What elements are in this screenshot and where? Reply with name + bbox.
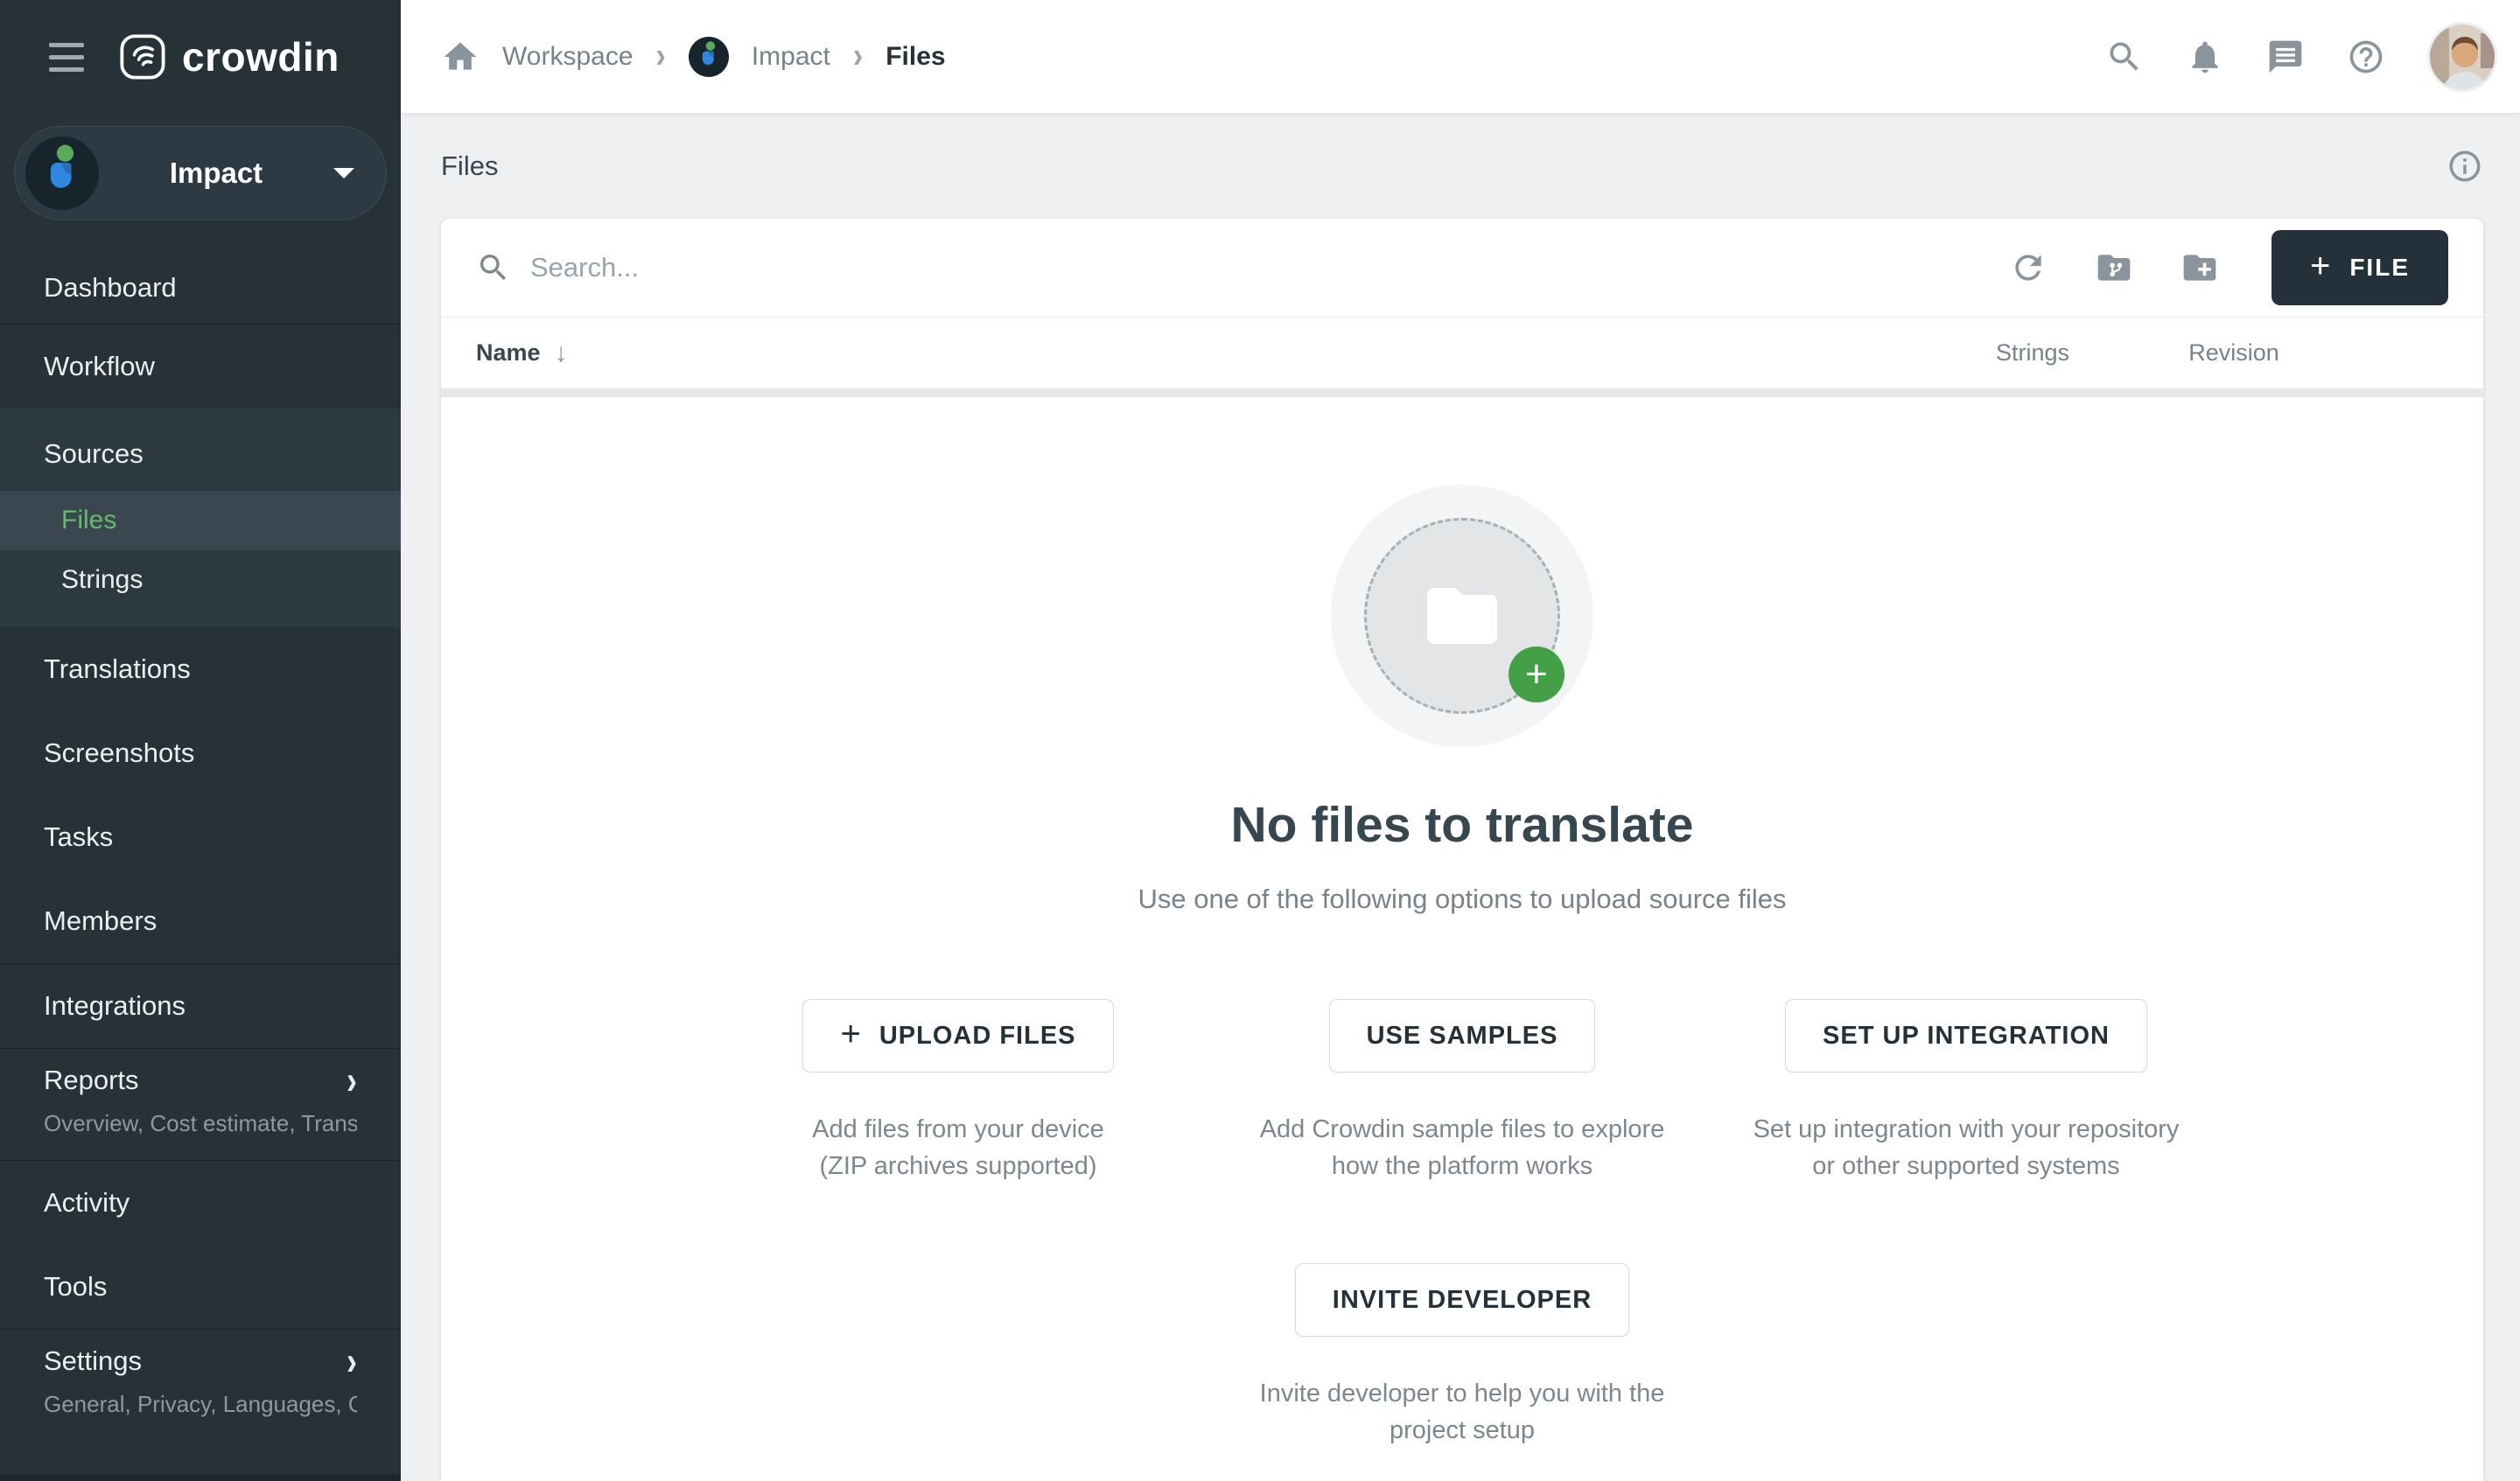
- use-samples-description: Add Crowdin sample files to explore how …: [1235, 1111, 1690, 1184]
- search-bar: [476, 250, 1988, 285]
- topbar: Workspace › Impact › Files: [401, 0, 2520, 114]
- search-icon[interactable]: [2105, 38, 2144, 76]
- breadcrumb-project-avatar: [689, 37, 729, 77]
- sidebar-item-sources[interactable]: Sources: [0, 417, 401, 491]
- column-name[interactable]: Name: [476, 339, 541, 367]
- invite-developer-button[interactable]: INVITE DEVELOPER: [1295, 1263, 1629, 1337]
- sidebar-item-files[interactable]: Files: [0, 491, 401, 550]
- invite-developer-description: Invite developer to help you with the pr…: [1243, 1375, 1681, 1449]
- sidebar-item-activity[interactable]: Activity: [0, 1161, 401, 1245]
- branch-folder-icon[interactable]: [2095, 248, 2133, 287]
- breadcrumb-workspace[interactable]: Workspace: [502, 42, 634, 72]
- brand-row: crowdin: [0, 0, 401, 114]
- setup-integration-button[interactable]: SET UP INTEGRATION: [1785, 999, 2147, 1072]
- table-divider: [441, 388, 2483, 397]
- app-root: crowdin Impact Dashboard Workflow Source…: [0, 0, 2520, 1481]
- chevron-down-icon: [333, 168, 354, 178]
- breadcrumb-current: Files: [886, 42, 945, 72]
- folder-icon: [1410, 574, 1515, 658]
- sidebar-item-translations[interactable]: Translations: [0, 627, 401, 711]
- sidebar-item-tools[interactable]: Tools: [0, 1245, 401, 1329]
- setup-integration-option: SET UP INTEGRATION Set up integration wi…: [1739, 999, 2194, 1184]
- search-icon: [476, 250, 511, 285]
- upload-files-option: + UPLOAD FILES Add files from your devic…: [731, 999, 1186, 1184]
- sidebar-item-strings[interactable]: Strings: [0, 550, 401, 610]
- files-card: + FILE Name ↓ Strings Revision: [441, 219, 2483, 1481]
- project-avatar: [25, 136, 99, 210]
- crowdin-logo-text: crowdin: [182, 33, 340, 80]
- sidebar-item-reports-sublabel: Overview, Cost estimate, Transl…: [44, 1110, 357, 1137]
- invite-developer-section: INVITE DEVELOPER Invite developer to hel…: [1243, 1263, 1681, 1449]
- sort-descending-icon[interactable]: ↓: [555, 339, 568, 368]
- chevron-right-icon: ›: [656, 36, 666, 77]
- crowdin-logo[interactable]: crowdin: [119, 33, 340, 80]
- info-icon[interactable]: [2446, 148, 2483, 185]
- sidebar-item-dashboard[interactable]: Dashboard: [0, 252, 401, 324]
- files-table-header: Name ↓ Strings Revision: [441, 317, 2483, 388]
- home-icon[interactable]: [441, 38, 480, 76]
- breadcrumb: Workspace › Impact › Files: [441, 37, 946, 77]
- topbar-icons: [2105, 22, 2497, 92]
- add-file-button[interactable]: + FILE: [2272, 230, 2448, 305]
- breadcrumb-project[interactable]: Impact: [752, 42, 830, 72]
- files-toolbar: + FILE: [441, 219, 2483, 317]
- sidebar-item-integrations[interactable]: Integrations: [0, 964, 401, 1048]
- column-strings[interactable]: Strings: [1932, 339, 2133, 367]
- help-icon[interactable]: [2347, 38, 2385, 76]
- main-area: Workspace › Impact › Files: [401, 0, 2520, 1481]
- sidebar: crowdin Impact Dashboard Workflow Source…: [0, 0, 401, 1481]
- content: Files + FILE: [401, 114, 2520, 1481]
- dashed-circle: +: [1364, 518, 1560, 714]
- chevron-right-icon: ›: [346, 1061, 357, 1100]
- sidebar-item-screenshots[interactable]: Screenshots: [0, 711, 401, 795]
- column-revision[interactable]: Revision: [2133, 339, 2334, 367]
- upload-options: + UPLOAD FILES Add files from your devic…: [731, 999, 2194, 1184]
- sidebar-nav: Dashboard Workflow Sources Files Strings…: [0, 252, 401, 1474]
- messages-icon[interactable]: [2266, 38, 2305, 76]
- sidebar-item-tasks[interactable]: Tasks: [0, 795, 401, 879]
- user-avatar-image: [2430, 24, 2497, 92]
- project-selector[interactable]: Impact: [14, 126, 387, 220]
- empty-folder-illustration: +: [1331, 485, 1593, 747]
- use-samples-button[interactable]: USE SAMPLES: [1329, 999, 1596, 1072]
- setup-integration-description: Set up integration with your repository …: [1739, 1111, 2194, 1184]
- project-name: Impact: [99, 157, 333, 190]
- sidebar-item-workflow[interactable]: Workflow: [0, 325, 401, 409]
- empty-state: + No files to translate Use one of the f…: [441, 397, 2483, 1481]
- toolbar-icons: [2009, 248, 2219, 287]
- sidebar-item-reports[interactable]: Reports › Overview, Cost estimate, Trans…: [0, 1049, 401, 1160]
- add-files-plus-icon[interactable]: +: [1508, 646, 1564, 702]
- search-input[interactable]: [530, 252, 1988, 283]
- sidebar-bottom-strip: [0, 1474, 401, 1481]
- sidebar-item-settings-sublabel: General, Privacy, Languages, Q…: [44, 1391, 357, 1418]
- sidebar-section-sources: Sources Files Strings: [0, 409, 401, 627]
- menu-icon[interactable]: [49, 43, 84, 72]
- upload-files-description: Add files from your device (ZIP archives…: [792, 1111, 1124, 1184]
- user-avatar[interactable]: [2427, 22, 2497, 92]
- empty-state-subtitle: Use one of the following options to uplo…: [1138, 884, 1786, 915]
- refresh-icon[interactable]: [2009, 248, 2048, 287]
- page-head: Files: [441, 114, 2483, 219]
- notifications-icon[interactable]: [2186, 38, 2224, 76]
- upload-files-button[interactable]: + UPLOAD FILES: [802, 999, 1113, 1072]
- use-samples-option: USE SAMPLES Add Crowdin sample files to …: [1235, 999, 1690, 1184]
- chevron-right-icon: ›: [853, 36, 863, 77]
- crowdin-logo-icon: [119, 33, 166, 80]
- page-title: Files: [441, 150, 498, 182]
- empty-state-title: No files to translate: [1231, 796, 1694, 854]
- chevron-right-icon: ›: [346, 1342, 357, 1381]
- sidebar-item-settings[interactable]: Settings › General, Privacy, Languages, …: [0, 1330, 401, 1441]
- sidebar-item-members[interactable]: Members: [0, 879, 401, 963]
- add-folder-icon[interactable]: [2180, 248, 2219, 287]
